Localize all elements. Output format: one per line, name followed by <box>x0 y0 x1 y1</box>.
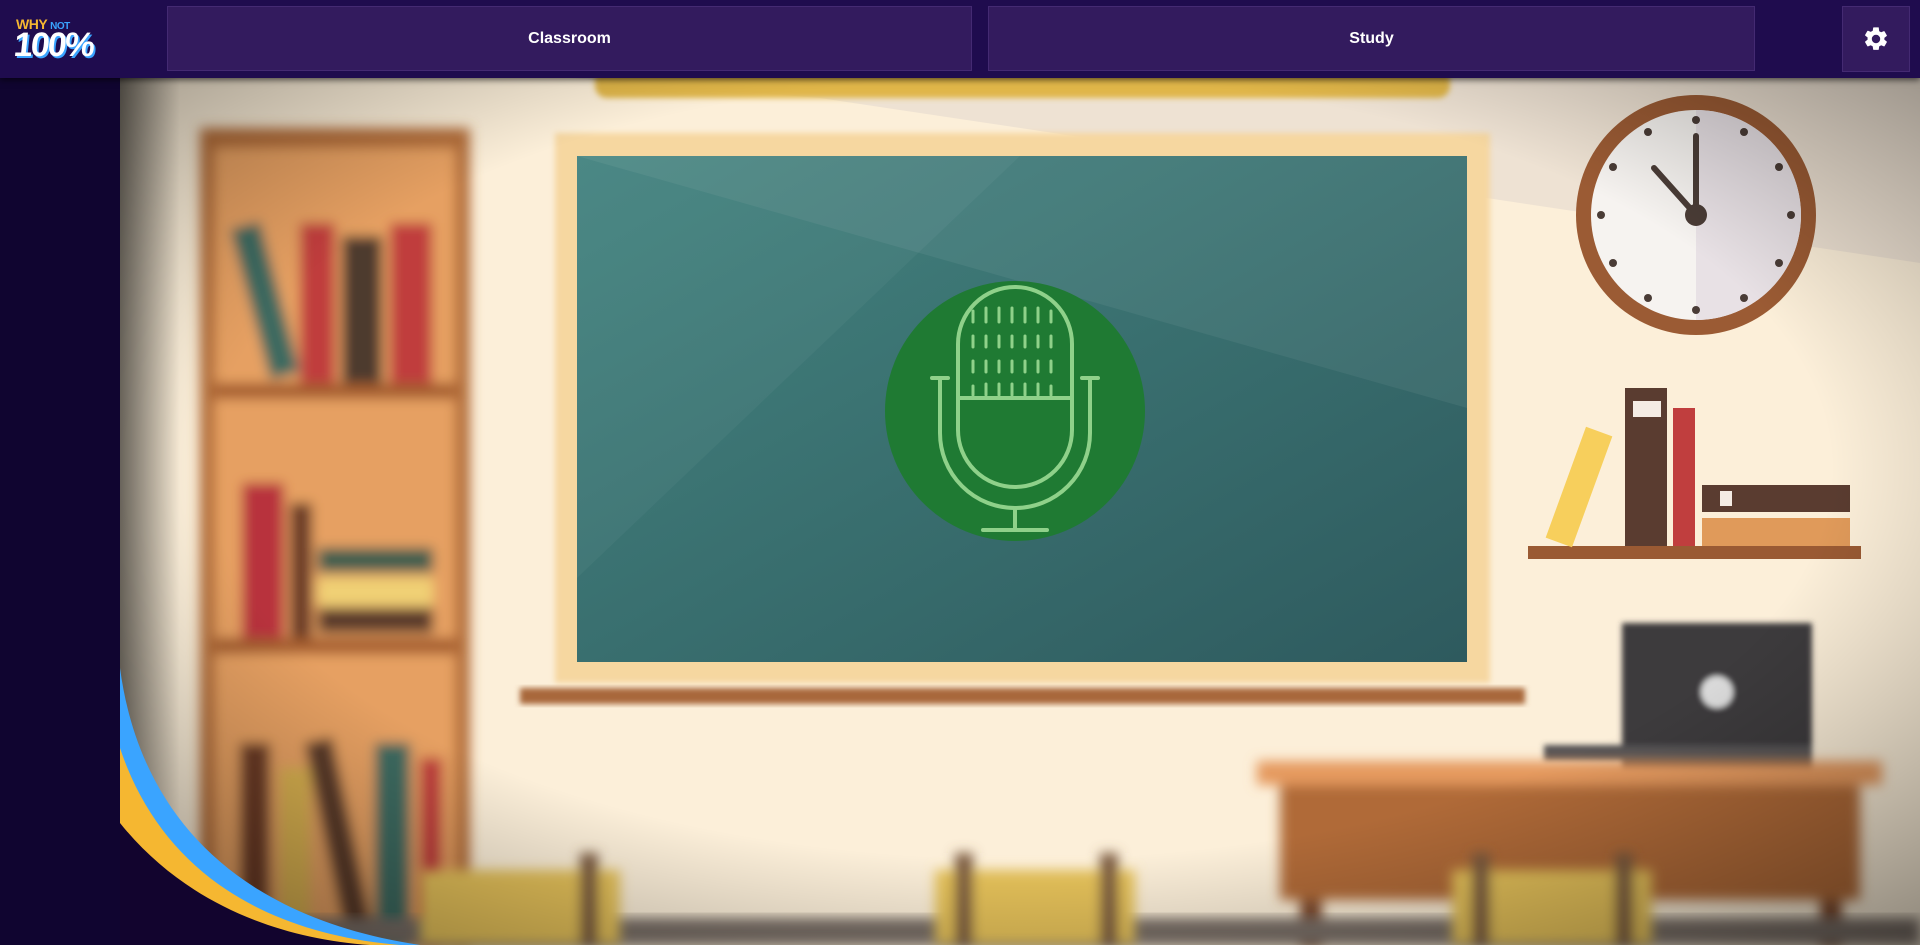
study-button[interactable]: Study <box>988 6 1755 71</box>
gear-icon <box>1865 27 1887 50</box>
left-sidebar-background <box>0 78 120 945</box>
logo-text-100: 100% <box>12 26 96 64</box>
app-logo[interactable]: WHY NOT 100% <box>12 14 104 66</box>
classroom-button[interactable]: Classroom <box>167 6 972 71</box>
classroom-illustration <box>120 78 1920 945</box>
top-navigation-bar: WHY NOT 100% Classroom Study <box>0 0 1920 78</box>
classroom-scene <box>120 78 1920 945</box>
settings-button[interactable] <box>1842 6 1910 72</box>
